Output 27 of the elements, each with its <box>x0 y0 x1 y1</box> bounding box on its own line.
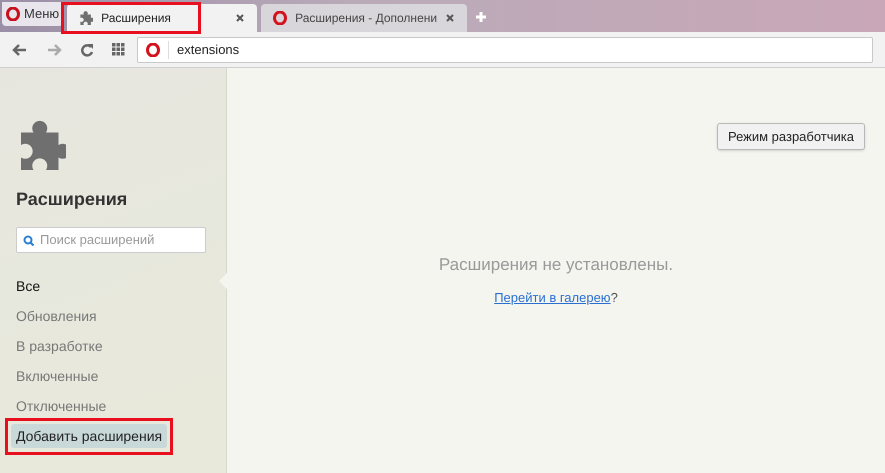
sidebar-title: Расширения <box>16 188 128 211</box>
sidebar-item[interactable]: В разработке <box>16 331 226 361</box>
search-input[interactable]: Поиск расширений <box>40 230 199 250</box>
empty-message: Расширения не установлены. <box>438 254 674 276</box>
browser-tab[interactable]: Расширения - Дополнени <box>261 4 468 32</box>
sidebar-item[interactable]: Включенные <box>16 361 226 391</box>
sidebar-item[interactable]: Обновления <box>16 301 226 331</box>
sidebar-item[interactable]: Отключенные <box>16 391 226 421</box>
developer-mode-button[interactable]: Режим разработчика <box>716 123 865 150</box>
opera-logo-icon <box>146 42 160 56</box>
gallery-link[interactable]: Перейти в галерею <box>494 290 611 304</box>
search-icon <box>23 234 34 246</box>
opera-logo-icon <box>6 7 20 21</box>
back-arrow-icon[interactable] <box>12 42 28 56</box>
menu-button[interactable]: Меню <box>2 2 64 26</box>
browser-tab[interactable]: Расширения <box>67 4 258 32</box>
puzzle-icon <box>79 11 94 25</box>
close-icon[interactable] <box>445 13 456 23</box>
grid-icon[interactable] <box>112 43 125 56</box>
sidebar-item[interactable]: Добавить расширения <box>11 424 168 448</box>
search-field[interactable]: Поиск расширений <box>16 227 206 253</box>
address-field[interactable]: extensions <box>137 36 873 62</box>
reload-icon[interactable] <box>80 42 94 56</box>
close-icon[interactable] <box>235 13 246 23</box>
gallery-prompt: Перейти в галерею? <box>494 288 618 307</box>
sidebar-item[interactable]: Все <box>16 271 226 301</box>
opera-logo-icon <box>273 11 288 25</box>
